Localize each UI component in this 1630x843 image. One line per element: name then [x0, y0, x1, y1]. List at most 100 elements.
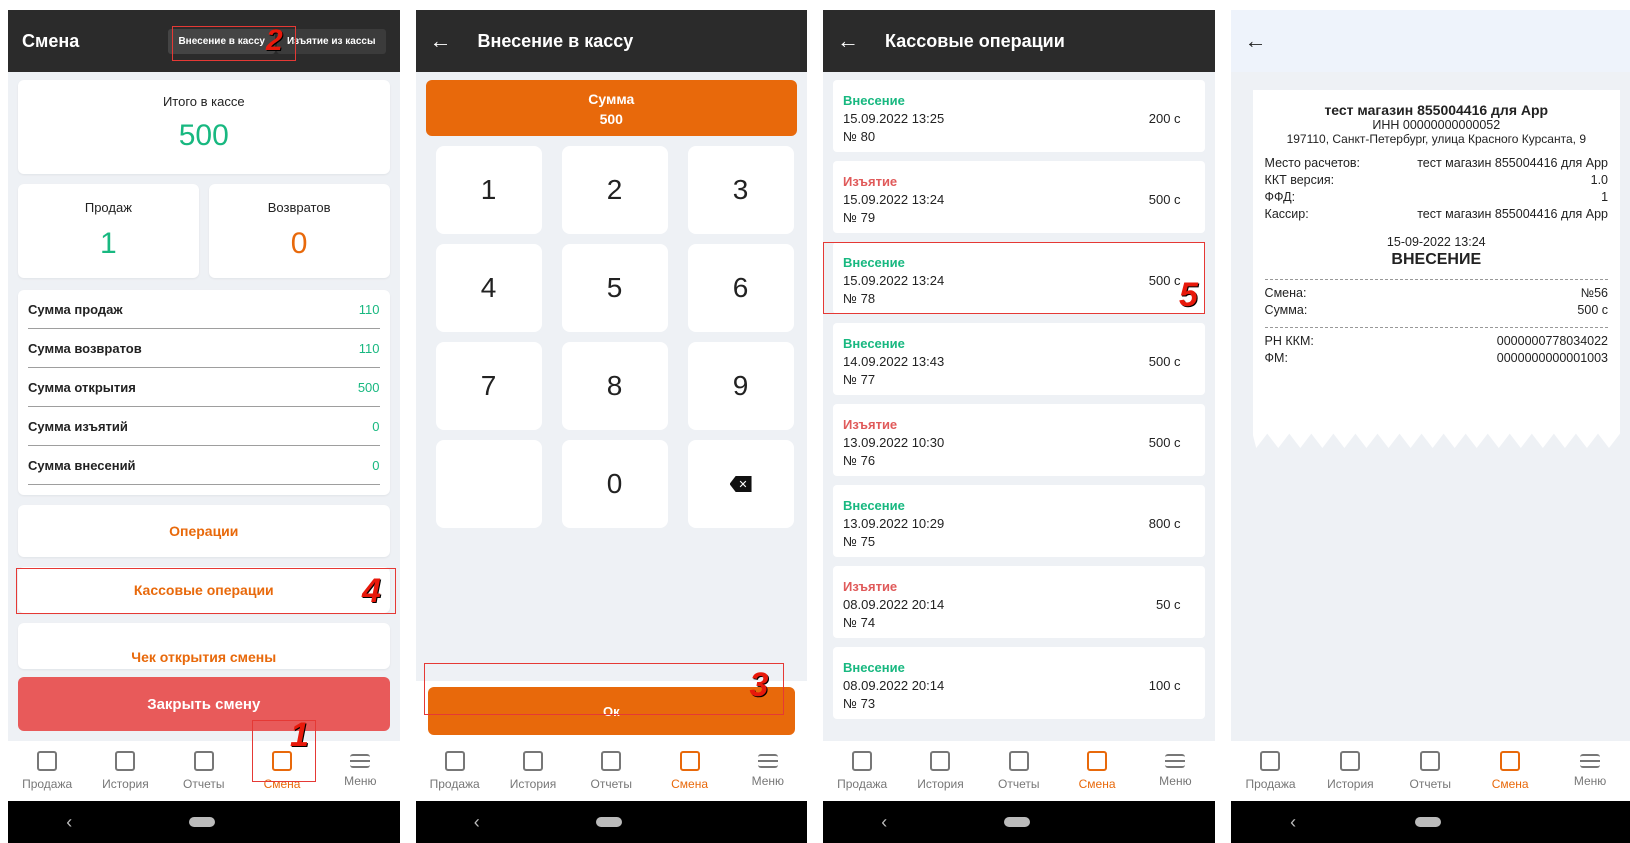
list-item[interactable]: Изъятие 15.09.2022 13:24 № 79 500 с — [833, 161, 1205, 233]
sales-label: Продаж — [84, 200, 132, 215]
back-arrow-icon[interactable]: ← — [430, 28, 452, 54]
total-card: Итого в кассе 500 — [18, 80, 390, 174]
sales-card: Продаж 1 — [18, 184, 199, 278]
step-mark-3: 3 — [749, 666, 769, 704]
row-value: 0000000778034022 — [1496, 334, 1609, 348]
home-icon[interactable] — [1003, 817, 1030, 827]
row-label: Кассир: — [1264, 207, 1309, 221]
back-arrow-icon[interactable]: ← — [1245, 28, 1267, 54]
back-icon[interactable]: ‹ — [1290, 812, 1296, 833]
nav-history[interactable]: История — [901, 741, 979, 801]
nav-history[interactable]: История — [1310, 741, 1390, 801]
nav-sale[interactable]: Продажа — [823, 741, 901, 801]
nav-label: История — [1327, 777, 1374, 791]
nav-label: Смена — [1491, 777, 1529, 791]
back-arrow-icon[interactable]: ← — [837, 28, 859, 54]
bottom-nav: Продажа История Отчеты Смена Меню — [415, 741, 808, 801]
shift-icon — [1500, 751, 1521, 771]
nav-shift[interactable]: Смена — [650, 741, 728, 801]
key-backspace[interactable]: ✕ — [687, 440, 794, 528]
backspace-icon: ✕ — [729, 476, 752, 492]
key-9[interactable]: 9 — [687, 342, 794, 430]
op-type: Внесение — [843, 498, 905, 513]
nav-sale[interactable]: Продажа — [1231, 741, 1311, 801]
op-date: 13.09.2022 10:29 — [843, 516, 945, 531]
nav-history[interactable]: История — [86, 741, 164, 801]
key-0[interactable]: 0 — [561, 440, 668, 528]
key-6[interactable]: 6 — [687, 244, 794, 332]
receipt-row: Смена: №56 — [1265, 286, 1608, 300]
back-icon[interactable]: ‹ — [474, 812, 480, 833]
bottom-nav: Продажа История Отчеты Смена Меню — [1230, 741, 1630, 801]
nav-label: Продажа — [22, 777, 73, 791]
nav-reports[interactable]: Отчеты — [165, 741, 243, 801]
app-bar: ← — [1230, 10, 1630, 72]
op-number: № 73 — [843, 696, 876, 711]
nav-menu[interactable]: Меню — [321, 741, 399, 801]
operations-button[interactable]: Операции — [18, 505, 390, 557]
nav-label: Отчеты — [590, 777, 632, 791]
register-icon — [1260, 751, 1281, 771]
list-item[interactable]: Внесение 13.09.2022 10:29 № 75 800 с — [833, 485, 1205, 557]
page-title: Кассовые операции — [885, 30, 1065, 51]
nav-history[interactable]: История — [494, 741, 572, 801]
open-receipt-button[interactable]: Чек открытия смены — [18, 623, 390, 669]
back-icon[interactable]: ‹ — [66, 812, 72, 833]
home-icon[interactable] — [1415, 817, 1442, 827]
shift-icon — [1087, 751, 1108, 771]
key-4[interactable]: 4 — [435, 244, 542, 332]
list-item[interactable]: Изъятие 13.09.2022 10:30 № 76 500 с — [833, 404, 1205, 476]
nav-label: История — [917, 777, 964, 791]
nav-reports[interactable]: Отчеты — [572, 741, 650, 801]
returns-card: Возвратов 0 — [208, 184, 390, 278]
nav-shift[interactable]: Смена — [1470, 741, 1550, 801]
list-item[interactable]: Внесение 08.09.2022 20:14 № 73 100 с — [833, 647, 1205, 719]
step-mark-4: 4 — [362, 572, 381, 610]
row-label: Место расчетов: — [1264, 156, 1361, 170]
op-number: № 74 — [843, 615, 876, 630]
nav-reports[interactable]: Отчеты — [1390, 741, 1470, 801]
op-type: Внесение — [843, 336, 905, 351]
shift-screen: Смена Внесение в кассу Изъятие из кассы … — [8, 10, 400, 843]
row-value: №56 — [1580, 286, 1609, 300]
sum-label: Сумма — [588, 91, 635, 107]
list-item[interactable]: Внесение 14.09.2022 13:43 № 77 500 с — [833, 323, 1205, 395]
list-item[interactable]: Изъятие 08.09.2022 20:14 № 74 50 с — [833, 566, 1205, 638]
row-value: 0000000000001003 — [1496, 351, 1609, 365]
home-icon[interactable] — [188, 817, 215, 827]
back-icon[interactable]: ‹ — [881, 812, 887, 833]
receipt: тест магазин 855004416 для App ИНН 00000… — [1252, 90, 1621, 448]
app-bar: ← Кассовые операции — [823, 10, 1215, 72]
home-icon[interactable] — [596, 817, 623, 827]
menu-icon — [1580, 754, 1601, 768]
key-7[interactable]: 7 — [435, 342, 542, 430]
keypad: 1 2 3 4 5 6 7 8 9 0 ✕ — [435, 146, 798, 528]
nav-menu[interactable]: Меню — [1136, 741, 1214, 801]
nav-sale[interactable]: Продажа — [416, 741, 494, 801]
key-5[interactable]: 5 — [561, 244, 668, 332]
stat-row: Сумма возвратов 110 — [28, 329, 380, 368]
nav-sale[interactable]: Продажа — [8, 741, 86, 801]
key-3[interactable]: 3 — [687, 146, 794, 234]
op-date: 13.09.2022 10:30 — [843, 435, 945, 450]
stat-row: Сумма продаж 110 — [28, 290, 380, 329]
nav-menu[interactable]: Меню — [729, 741, 807, 801]
op-type: Изъятие — [843, 174, 898, 189]
receipt-row: ККТ версия: 1.0 — [1265, 173, 1608, 187]
step-mark-1: 1 — [290, 716, 309, 754]
app-bar: ← Внесение в кассу — [415, 10, 808, 72]
report-icon — [601, 751, 622, 771]
list-item[interactable]: Внесение 15.09.2022 13:25 № 80 200 с — [833, 80, 1205, 152]
nav-menu[interactable]: Меню — [1550, 741, 1630, 801]
key-8[interactable]: 8 — [561, 342, 668, 430]
stat-label: Сумма продаж — [28, 301, 123, 317]
nav-reports[interactable]: Отчеты — [980, 741, 1058, 801]
cash-operations-screen: ← Кассовые операции Внесение 15.09.2022 1… — [823, 10, 1215, 843]
close-shift-button[interactable]: Закрыть смену — [18, 677, 390, 731]
bottom-nav: Продажа История Отчеты Смена Меню — [8, 741, 400, 801]
nav-label: Продажа — [1245, 777, 1296, 791]
key-1[interactable]: 1 — [435, 146, 542, 234]
row-value: тест магазин 855004416 для App — [1417, 156, 1609, 170]
key-2[interactable]: 2 — [561, 146, 668, 234]
nav-shift[interactable]: Смена — [1058, 741, 1136, 801]
